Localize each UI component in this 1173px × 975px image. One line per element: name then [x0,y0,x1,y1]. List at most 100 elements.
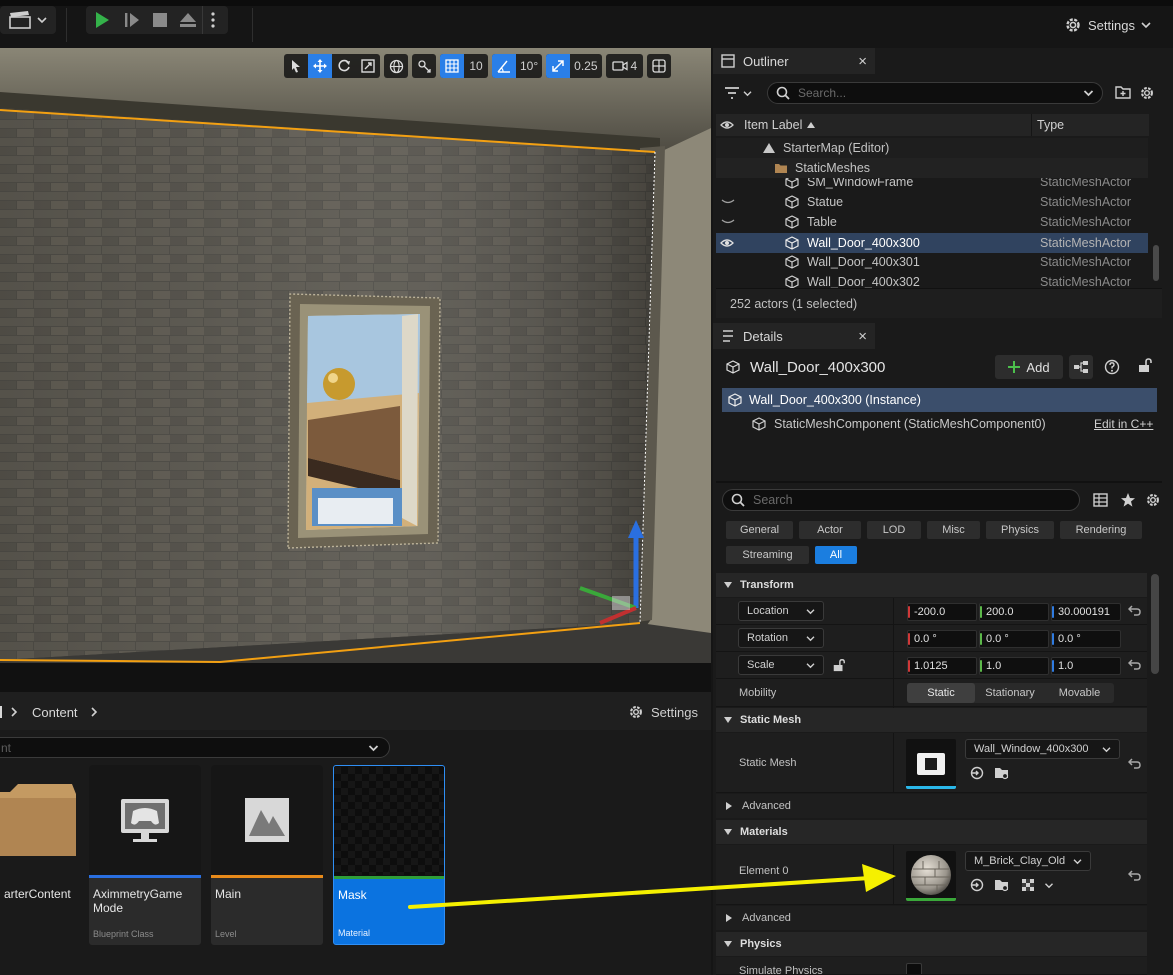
select-mode-button[interactable] [284,54,308,78]
outliner-scrollbar[interactable] [1153,245,1159,281]
asset-tile-aximmetry-game-mode[interactable]: AximmetryGame Mode Blueprint Class [89,765,201,945]
location-dropdown[interactable]: Location [738,601,824,621]
asset-tile-mask[interactable]: Mask Material [333,765,445,945]
scale-snap-value[interactable]: 0.25 [570,54,601,78]
camera-speed-button[interactable]: 4 [605,54,644,78]
use-selected-icon[interactable] [970,878,984,892]
tree-row-statue[interactable]: Statue StaticMeshActor [716,192,1148,212]
tree-row-staticmeshes[interactable]: StaticMeshes [716,158,1148,178]
help-button[interactable] [1104,359,1120,375]
section-physics[interactable]: Physics [716,932,1147,956]
reset-location-button[interactable] [1128,604,1141,616]
grid-snap-toggle[interactable] [440,54,464,78]
scale-snap-toggle[interactable] [546,54,571,78]
tab-details[interactable]: Details × [713,323,875,349]
rotation-snap-toggle[interactable] [492,54,516,78]
scale-x-field[interactable]: 1.0125 [907,657,977,675]
blueprint-button[interactable] [1069,355,1093,379]
component-row[interactable]: StaticMeshComponent (StaticMeshComponent… [722,413,1157,435]
content-search-input[interactable]: nt [0,737,390,758]
static-mesh-picker[interactable]: Wall_Window_400x300 [965,739,1120,759]
edit-in-cpp-link[interactable]: Edit in C++ [1094,417,1153,431]
close-icon[interactable]: × [858,53,867,70]
filter-misc[interactable]: Misc [927,521,980,539]
reset-material-button[interactable] [1128,869,1141,881]
rotation-x-field[interactable]: 0.0 ° [907,630,977,648]
translate-mode-button[interactable] [308,54,332,78]
tree-row-table[interactable]: Table StaticMeshActor [716,212,1148,232]
details-settings-button[interactable] [1145,492,1161,508]
world-space-button[interactable] [384,54,408,78]
hidden-eye-icon[interactable] [721,218,735,226]
level-viewport[interactable] [0,48,711,663]
scale-dropdown[interactable]: Scale [738,655,824,675]
filter-general[interactable]: General [726,521,793,539]
browse-folder-icon[interactable] [994,766,1010,780]
add-component-button[interactable]: Add [995,355,1063,379]
settings-menu[interactable]: Settings [1064,12,1151,38]
tree-scroll-area[interactable]: SM_WindowFrame StaticMeshActor Statue St… [716,178,1148,288]
component-instance-row[interactable]: Wall_Door_400x300 (Instance) [722,388,1157,412]
simulate-physics-checkbox[interactable] [906,963,922,974]
outliner-search-input[interactable]: Search... [767,82,1103,104]
outliner-filter-button[interactable] [724,84,756,102]
chevron-down-icon[interactable] [1044,882,1054,889]
filter-all[interactable]: All [815,546,857,564]
unlock-icon[interactable] [832,658,846,672]
material-thumbnail[interactable] [906,851,956,901]
breadcrumb-content[interactable]: Content [32,705,78,720]
location-y-field[interactable]: 200.0 [979,603,1049,621]
filter-physics[interactable]: Physics [986,521,1054,539]
filter-rendering[interactable]: Rendering [1060,521,1142,539]
visibility-eye-icon[interactable] [720,238,734,248]
tree-row-wall-door-400x301[interactable]: Wall_Door_400x301 StaticMeshActor [716,252,1148,272]
mobility-static[interactable]: Static [907,683,975,703]
surface-snap-button[interactable] [412,54,436,78]
tree-row-wall-door-400x302[interactable]: Wall_Door_400x302 StaticMeshActor [716,272,1148,288]
lock-button[interactable] [1137,357,1153,373]
advance-frame-button[interactable] [118,6,146,34]
rotation-z-field[interactable]: 0.0 ° [1051,630,1121,648]
tree-row-wall-door-400x300[interactable]: Wall_Door_400x300 StaticMeshActor [716,233,1148,253]
section-static-mesh[interactable]: Static Mesh [716,708,1147,732]
static-mesh-thumbnail[interactable] [906,739,956,789]
rotation-y-field[interactable]: 0.0 ° [979,630,1049,648]
tab-outliner[interactable]: Outliner × [713,48,875,74]
close-icon[interactable]: × [858,328,867,345]
asset-tile-main[interactable]: Main Level [211,765,323,945]
scale-y-field[interactable]: 1.0 [979,657,1049,675]
cinematics-menu[interactable] [0,6,56,34]
browse-folder-icon[interactable] [994,878,1010,892]
grid-snap-value[interactable]: 10 [464,54,488,78]
rotation-dropdown[interactable]: Rotation [738,628,824,648]
tree-row-startermap[interactable]: StarterMap (Editor) [716,138,1148,158]
static-mesh-advanced[interactable]: Advanced [716,794,1147,818]
section-materials[interactable]: Materials [716,820,1147,844]
breadcrumb-cut-item[interactable] [0,706,2,718]
col-type[interactable]: Type [1031,114,1064,136]
outliner-settings-button[interactable] [1139,85,1155,101]
visibility-eye-icon[interactable] [716,120,738,130]
favorites-button[interactable] [1120,492,1136,508]
actor-name[interactable]: Wall_Door_400x300 [750,359,885,376]
details-scrollbar[interactable] [1151,574,1159,674]
rotate-mode-button[interactable] [332,54,356,78]
scale-mode-button[interactable] [356,54,380,78]
stop-button[interactable] [146,6,174,34]
viewport-layout-button[interactable] [647,54,672,78]
checker-texture-icon[interactable] [1022,879,1034,891]
content-settings-button[interactable]: Settings [628,703,698,721]
play-options-menu[interactable] [202,6,222,34]
mobility-stationary[interactable]: Stationary [975,683,1045,703]
filter-streaming[interactable]: Streaming [726,546,809,564]
col-item-label[interactable]: Item Label [744,118,802,132]
asset-tile-folder[interactable]: arterContent [0,765,80,945]
use-selected-icon[interactable] [970,766,984,780]
property-matrix-button[interactable] [1093,493,1108,507]
play-button[interactable] [86,6,118,34]
add-folder-button[interactable] [1115,85,1131,99]
filter-lod[interactable]: LOD [867,521,921,539]
location-z-field[interactable]: 30.000191 [1051,603,1121,621]
filter-actor[interactable]: Actor [799,521,861,539]
tree-row-sm-windowframe[interactable]: SM_WindowFrame StaticMeshActor [716,178,1148,192]
